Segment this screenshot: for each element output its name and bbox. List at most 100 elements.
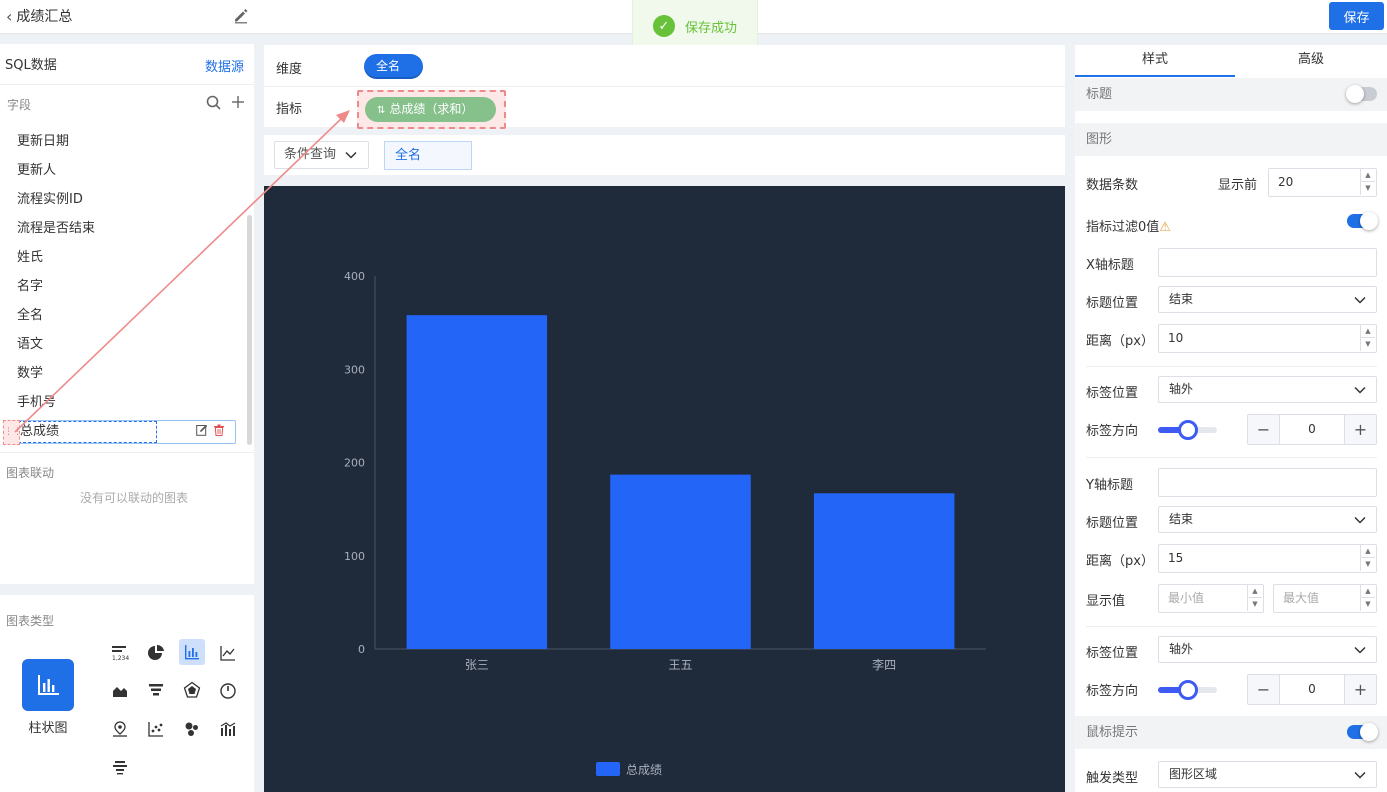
chart-type-label: 图表类型 (6, 614, 55, 628)
stepper-value[interactable]: 0 (1280, 675, 1344, 704)
y-label-dir-slider-knob[interactable] (1178, 680, 1198, 700)
table-number-icon[interactable]: 1,234 (107, 640, 133, 666)
field-list: 更新日期 更新人 流程实例ID 流程是否结束 姓氏 名字 全名 语文 数学 手机… (0, 127, 248, 417)
funnel-chart-icon[interactable] (143, 677, 169, 703)
y-tick-label: 400 (344, 270, 365, 283)
tab-style[interactable]: 样式 (1075, 45, 1235, 77)
increment-button[interactable]: + (1344, 415, 1376, 444)
max-value-spinner[interactable]: ▲ ▼ (1360, 585, 1375, 611)
y-distance-spinner[interactable]: ▲ ▼ (1360, 545, 1375, 571)
linkage-label: 图表联动 (6, 466, 55, 480)
edit-field-icon[interactable] (196, 424, 208, 436)
spin-up-icon[interactable]: ▲ (1361, 169, 1375, 182)
field-item[interactable]: 更新人 (0, 156, 248, 185)
field-item[interactable]: 全名 (0, 301, 248, 330)
x-label-dir-label: 标签方向 (1086, 424, 1139, 439)
spin-down-icon[interactable]: ▼ (1361, 182, 1375, 195)
y-distance-input[interactable]: 15 (1158, 544, 1377, 573)
chevron-down-icon (1354, 516, 1366, 524)
divider (0, 452, 254, 453)
y-title-pos-select[interactable]: 结束 (1158, 506, 1377, 533)
decrement-button[interactable]: − (1248, 415, 1280, 444)
spin-up-icon[interactable]: ▲ (1361, 325, 1375, 338)
spin-up-icon[interactable]: ▲ (1361, 585, 1375, 598)
trigger-select[interactable]: 图形区域 (1158, 761, 1377, 788)
x-label-dir-slider-knob[interactable] (1178, 420, 1198, 440)
condition-tag[interactable]: 全名 (384, 141, 472, 170)
x-label-pos-select[interactable]: 轴外 (1158, 376, 1377, 403)
spin-down-icon[interactable]: ▼ (1248, 598, 1262, 611)
bar-chart-icon[interactable] (179, 639, 205, 665)
dimension-pill[interactable]: 全名 (364, 54, 423, 79)
line-chart-icon[interactable] (215, 640, 241, 666)
toast-message: 保存成功 (685, 20, 738, 36)
chevron-down-icon (1354, 386, 1366, 394)
combo-chart-icon[interactable] (215, 716, 241, 742)
y-title-input[interactable] (1158, 468, 1377, 497)
word-cloud-icon[interactable] (107, 754, 133, 780)
x-distance-spinner[interactable]: ▲ ▼ (1360, 325, 1375, 351)
drag-handle-icon[interactable]: ⋮⋮ (3, 420, 22, 445)
x-title-pos-select[interactable]: 结束 (1158, 286, 1377, 313)
scatter-chart-icon[interactable] (143, 716, 169, 742)
area-chart-icon[interactable] (107, 677, 133, 703)
divider (1086, 366, 1377, 367)
back-button[interactable]: ‹ 成绩汇总 (6, 6, 72, 26)
field-item[interactable]: 流程实例ID (0, 185, 248, 214)
pencil-icon[interactable] (232, 6, 250, 24)
x-distance-label: 距离（px） (1086, 334, 1154, 349)
field-item[interactable]: 语文 (0, 330, 248, 359)
tab-advanced[interactable]: 高级 (1235, 45, 1387, 77)
spin-up-icon[interactable]: ▲ (1361, 545, 1375, 558)
toggle-knob (1346, 85, 1364, 103)
field-list-scrollbar[interactable] (247, 215, 252, 445)
metric-pill[interactable]: ⇅ 总成绩（求和） (365, 97, 496, 122)
spin-up-icon[interactable]: ▲ (1248, 585, 1262, 598)
field-item[interactable]: 姓氏 (0, 243, 248, 272)
spin-down-icon[interactable]: ▼ (1361, 558, 1375, 571)
radar-chart-icon[interactable] (179, 677, 205, 703)
linkage-empty-text: 没有可以联动的图表 (79, 491, 188, 505)
y-title-label: Y轴标题 (1086, 478, 1133, 493)
field-item[interactable]: 手机号 (0, 388, 248, 417)
x-distance-input[interactable]: 10 (1158, 324, 1377, 353)
select-value: 轴外 (1169, 382, 1194, 396)
chevron-down-icon (345, 151, 357, 159)
increment-button[interactable]: + (1344, 675, 1376, 704)
min-value-spinner[interactable]: ▲ ▼ (1247, 585, 1262, 611)
tooltip-toggle[interactable] (1347, 723, 1378, 741)
x-title-label: X轴标题 (1086, 258, 1134, 273)
datasource-link[interactable]: 数据源 (205, 56, 244, 75)
stepper-value[interactable]: 0 (1280, 415, 1344, 444)
field-item[interactable]: 流程是否结束 (0, 214, 248, 243)
bubble-map-icon[interactable] (179, 716, 205, 742)
gauge-chart-icon[interactable] (215, 677, 241, 703)
search-icon[interactable] (206, 95, 221, 110)
field-item[interactable]: 数学 (0, 359, 248, 388)
decrement-button[interactable]: − (1248, 675, 1280, 704)
y-label-pos-label: 标签位置 (1086, 646, 1139, 661)
display-value-label: 显示值 (1086, 594, 1126, 609)
title-toggle[interactable] (1346, 85, 1377, 103)
check-circle-icon: ✓ (653, 15, 675, 37)
filter-zero-toggle[interactable] (1347, 212, 1378, 230)
field-item[interactable]: 名字 (0, 272, 248, 301)
pie-chart-icon[interactable] (143, 640, 169, 666)
add-field-icon[interactable] (230, 94, 246, 110)
selected-field-label[interactable]: 总成绩 (18, 421, 157, 443)
spin-down-icon[interactable]: ▼ (1361, 338, 1375, 351)
field-item[interactable]: 更新日期 (0, 127, 248, 156)
shape-section: 图形 (1075, 123, 1387, 156)
divider (0, 84, 254, 85)
spin-down-icon[interactable]: ▼ (1361, 598, 1375, 611)
show-first-spinner[interactable]: ▲ ▼ (1360, 169, 1375, 195)
y-label-dir-label: 标签方向 (1086, 684, 1139, 699)
dimension-label: 维度 (276, 62, 303, 77)
svg-text:1,234: 1,234 (112, 655, 129, 662)
trash-icon[interactable] (213, 424, 225, 436)
toggle-knob (1360, 212, 1378, 230)
save-button[interactable]: 保存 (1329, 2, 1384, 30)
map-pin-icon[interactable] (107, 716, 133, 742)
y-label-pos-select[interactable]: 轴外 (1158, 636, 1377, 663)
x-title-input[interactable] (1158, 248, 1377, 277)
